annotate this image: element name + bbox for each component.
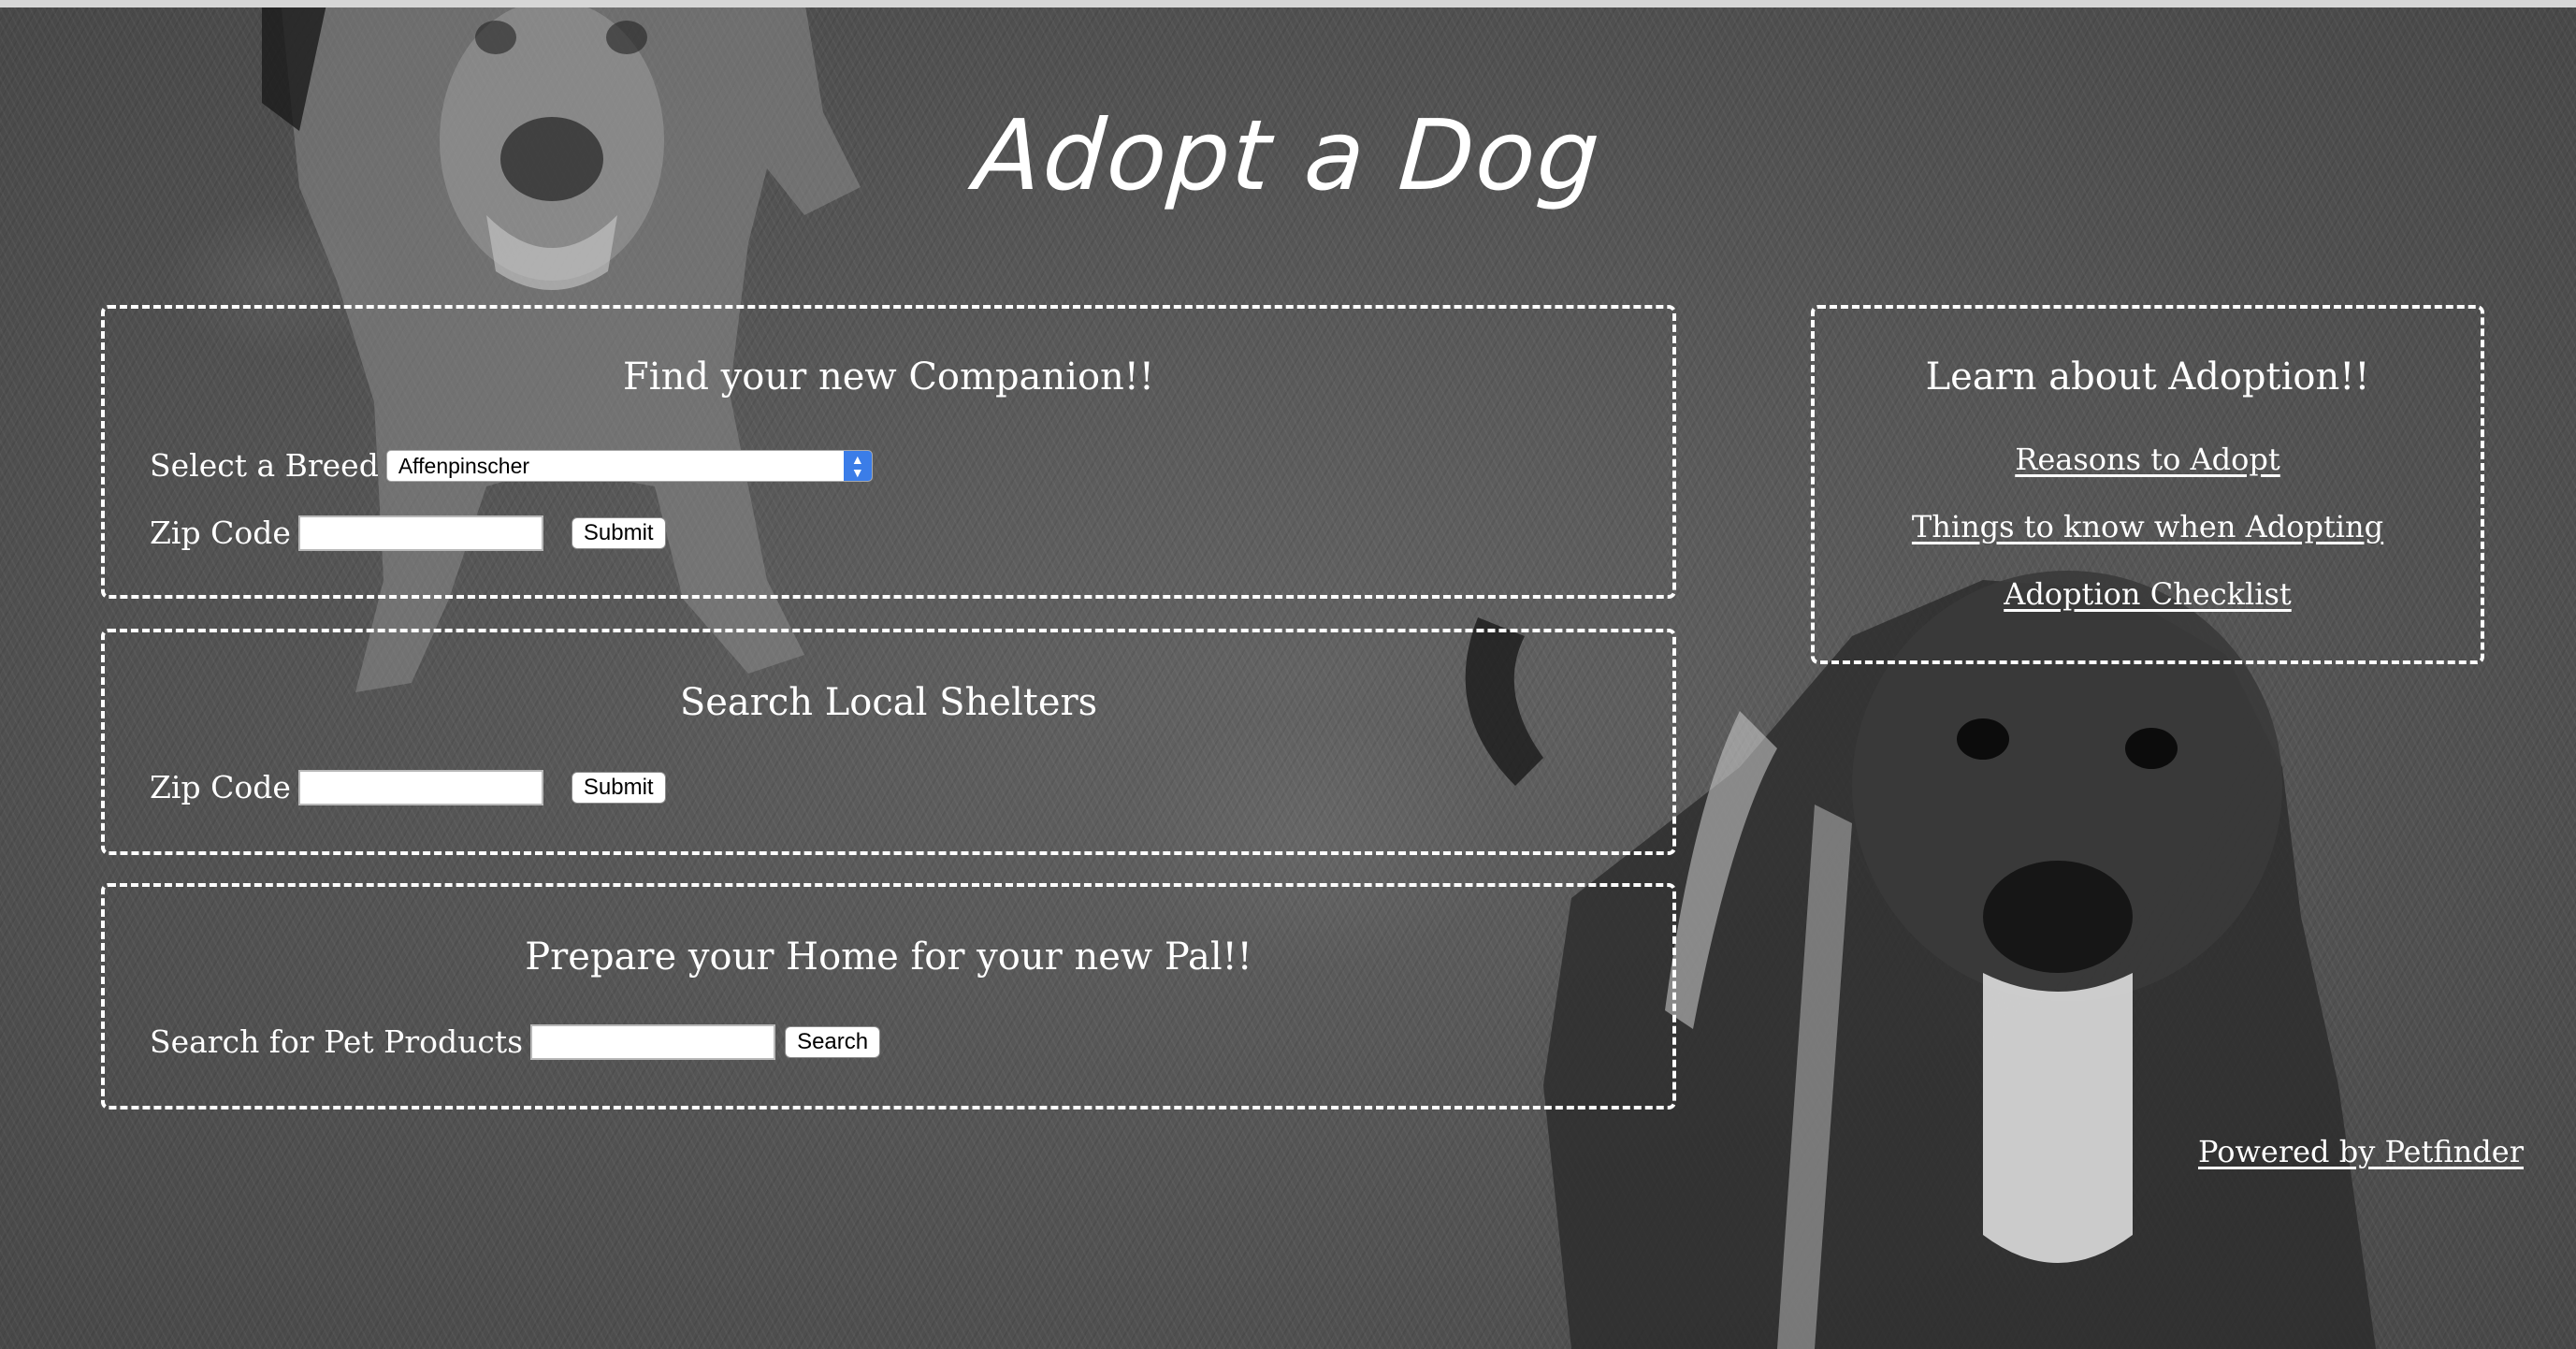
companion-zip-row: Zip Code Submit	[150, 515, 666, 551]
products-search-input[interactable]	[530, 1023, 776, 1060]
prepare-home-panel: Prepare your Home for your new Pal!! Sea…	[101, 883, 1676, 1110]
local-shelters-heading: Search Local Shelters	[679, 681, 1098, 724]
find-companion-heading: Find your new Companion!!	[623, 355, 1154, 399]
shelters-submit-button[interactable]: Submit	[571, 771, 666, 804]
powered-by-petfinder-link[interactable]: Powered by Petfinder	[2198, 1134, 2524, 1169]
learn-adoption-panel: Learn about Adoption!! Reasons to Adopt …	[1811, 305, 2484, 664]
companion-zip-label: Zip Code	[150, 515, 291, 551]
companion-zip-input[interactable]	[297, 515, 543, 551]
products-search-button[interactable]: Search	[785, 1025, 881, 1058]
shelters-zip-label: Zip Code	[150, 769, 291, 805]
breed-select[interactable]: Affenpinscher ▲ ▼	[385, 449, 873, 482]
local-shelters-panel: Search Local Shelters Zip Code Submit	[101, 629, 1676, 855]
shelters-zip-row: Zip Code Submit	[150, 769, 666, 805]
breed-select-value: Affenpinscher	[398, 453, 530, 478]
breed-label: Select a Breed	[150, 447, 379, 484]
shelters-zip-input[interactable]	[297, 769, 543, 805]
top-border	[0, 0, 2576, 7]
updown-chevron-icon: ▲ ▼	[843, 450, 872, 481]
link-adoption-checklist[interactable]: Adoption Checklist	[1815, 576, 2481, 612]
find-companion-panel: Find your new Companion!! Select a Breed…	[101, 305, 1676, 599]
page-title: Adopt a Dog	[971, 98, 1605, 212]
companion-submit-button[interactable]: Submit	[571, 516, 666, 549]
products-label: Search for Pet Products	[150, 1023, 524, 1060]
breed-row: Select a Breed Affenpinscher ▲ ▼	[150, 447, 873, 484]
link-things-to-know[interactable]: Things to know when Adopting	[1815, 509, 2481, 544]
products-row: Search for Pet Products Search	[150, 1023, 881, 1060]
prepare-home-heading: Prepare your Home for your new Pal!!	[525, 936, 1252, 979]
link-reasons-to-adopt[interactable]: Reasons to Adopt	[1815, 442, 2481, 477]
learn-adoption-heading: Learn about Adoption!!	[1925, 355, 2370, 399]
